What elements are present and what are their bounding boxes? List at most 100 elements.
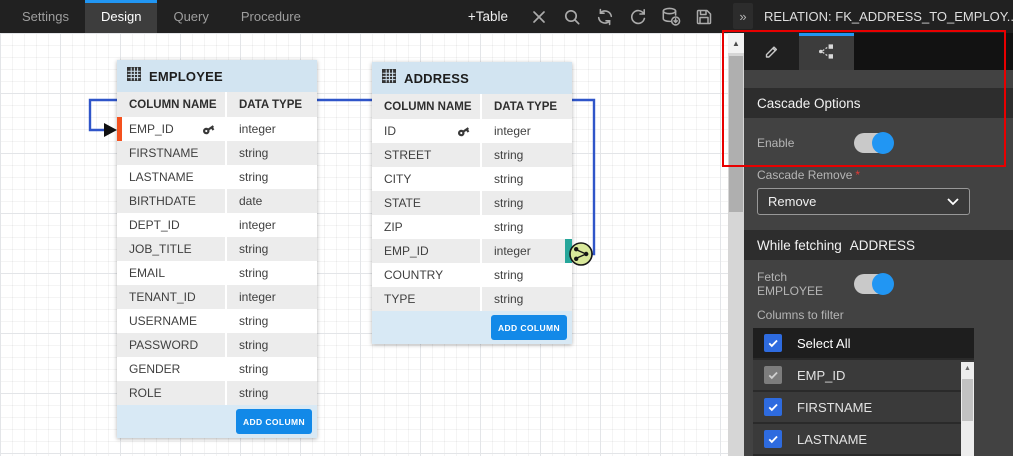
list-item-firstname[interactable]: FIRSTNAME — [753, 392, 974, 424]
selected-row-marker — [117, 117, 122, 141]
fetch-employee-toggle[interactable] — [854, 274, 892, 294]
table-footer: ADD COLUMN — [117, 405, 317, 438]
list-item-label: EMP_ID — [797, 368, 845, 383]
relation-tab[interactable] — [799, 33, 854, 70]
primary-key-icon — [457, 125, 470, 138]
columns-to-filter-label: Columns to filter — [744, 308, 1013, 322]
checkbox-checked-icon[interactable] — [764, 398, 782, 416]
table-grid-icon — [382, 69, 396, 88]
table-footer: ADD COLUMN — [372, 311, 572, 344]
table-row-emp-id[interactable]: EMP_ID integer — [117, 117, 317, 141]
table-row[interactable]: STREETstring — [372, 143, 572, 167]
list-item-label: LASTNAME — [797, 432, 867, 447]
add-column-button[interactable]: ADD COLUMN — [491, 315, 567, 340]
enable-row: Enable — [744, 118, 1013, 168]
required-asterisk: * — [855, 168, 860, 182]
table-title: ADDRESS — [404, 71, 469, 86]
app-window: Settings Design Query Procedure +Table — [0, 0, 1013, 456]
checkbox-disabled-icon — [764, 366, 782, 384]
toggle-knob — [872, 132, 894, 154]
relation-icon — [817, 42, 836, 61]
table-row[interactable]: CITYstring — [372, 167, 572, 191]
cascade-remove-label: Cascade Remove* — [744, 168, 1013, 182]
scrollbar-thumb[interactable] — [729, 56, 743, 212]
while-fetching-header: While fetching ADDRESS — [744, 230, 1013, 260]
table-grid-icon — [127, 67, 141, 86]
select-all-item[interactable]: Select All — [753, 328, 974, 360]
table-row[interactable]: DEPT_IDinteger — [117, 213, 317, 237]
fetch-employee-label: Fetch EMPLOYEE — [757, 270, 854, 298]
mode-tabs: Settings Design Query Procedure — [0, 0, 317, 33]
tab-design[interactable]: Design — [85, 0, 157, 33]
relation-line — [0, 33, 728, 456]
enable-toggle[interactable] — [854, 133, 892, 153]
add-table-button[interactable]: +Table — [462, 0, 514, 33]
fetching-table-name: ADDRESS — [850, 238, 915, 253]
col-header-name: COLUMN NAME — [117, 92, 227, 117]
select-value: Remove — [768, 194, 816, 209]
col-header-type: DATA TYPE — [227, 99, 317, 111]
panel-collapse-button[interactable]: » — [733, 3, 753, 29]
table-row-id[interactable]: ID integer — [372, 119, 572, 143]
edit-pencil-tab[interactable] — [744, 33, 799, 70]
checkbox-checked-icon[interactable] — [764, 334, 782, 352]
table-row[interactable]: PASSWORDstring — [117, 333, 317, 357]
table-row[interactable]: COUNTRYstring — [372, 263, 572, 287]
table-row-fk-emp-id[interactable]: EMP_ID integer — [372, 239, 572, 263]
column-headers: COLUMN NAME DATA TYPE — [372, 94, 572, 119]
table-row[interactable]: STATEstring — [372, 191, 572, 215]
table-header-address[interactable]: ADDRESS — [372, 62, 572, 94]
scrollbar-thumb[interactable] — [962, 379, 973, 421]
table-row[interactable]: EMAILstring — [117, 261, 317, 285]
table-row[interactable]: USERNAMEstring — [117, 309, 317, 333]
list-item-lastname[interactable]: LASTNAME — [753, 424, 974, 456]
tab-procedure[interactable]: Procedure — [225, 0, 317, 33]
table-row[interactable]: TENANT_IDinteger — [117, 285, 317, 309]
toggle-knob — [872, 273, 894, 295]
table-card-employee[interactable]: EMPLOYEE COLUMN NAME DATA TYPE EMP_ID in… — [117, 60, 317, 438]
top-toolbar: Settings Design Query Procedure +Table — [0, 0, 1013, 33]
table-row[interactable]: ROLEstring — [117, 381, 317, 405]
fk-row-marker — [565, 239, 572, 263]
cascade-remove-select[interactable]: Remove — [757, 188, 970, 215]
panel-tabs — [744, 33, 1013, 70]
sync-icon[interactable] — [592, 4, 618, 30]
table-title: EMPLOYEE — [149, 69, 223, 84]
checkbox-checked-icon[interactable] — [764, 430, 782, 448]
column-headers: COLUMN NAME DATA TYPE — [117, 92, 317, 117]
chevron-down-icon — [947, 198, 959, 206]
table-header-employee[interactable]: EMPLOYEE — [117, 60, 317, 92]
redo-icon[interactable] — [625, 4, 651, 30]
tab-settings[interactable]: Settings — [6, 0, 85, 33]
table-row[interactable]: FIRSTNAMEstring — [117, 141, 317, 165]
save-icon[interactable] — [691, 4, 717, 30]
list-item-emp-id[interactable]: EMP_ID — [753, 360, 974, 392]
tab-query[interactable]: Query — [157, 0, 224, 33]
table-row[interactable]: GENDERstring — [117, 357, 317, 381]
add-column-button[interactable]: ADD COLUMN — [236, 409, 312, 434]
primary-key-icon — [202, 123, 215, 136]
scroll-up-icon[interactable]: ▲ — [728, 33, 744, 53]
search-icon[interactable] — [559, 4, 585, 30]
table-row[interactable]: BIRTHDATEdate — [117, 189, 317, 213]
table-card-address[interactable]: ADDRESS COLUMN NAME DATA TYPE ID integer… — [372, 62, 572, 344]
toolbar-icons — [526, 0, 717, 33]
table-row[interactable]: LASTNAMEstring — [117, 165, 317, 189]
select-all-label: Select All — [797, 336, 850, 351]
enable-label: Enable — [757, 136, 854, 150]
table-row[interactable]: JOB_TITLEstring — [117, 237, 317, 261]
table-row[interactable]: ZIPstring — [372, 215, 572, 239]
columns-filter-list: Select All EMP_ID FIRSTNAME LASTNAME — [753, 328, 974, 456]
canvas-vertical-scrollbar[interactable]: ▲ — [728, 33, 744, 456]
col-header-name: COLUMN NAME — [372, 94, 482, 119]
edit-pencil-icon — [762, 42, 781, 61]
scroll-up-icon[interactable]: ▲ — [961, 362, 974, 375]
design-canvas[interactable]: EMPLOYEE COLUMN NAME DATA TYPE EMP_ID in… — [0, 33, 728, 456]
relation-properties-panel: Cascade Options Enable Cascade Remove* R… — [744, 33, 1013, 456]
cascade-options-header: Cascade Options — [744, 88, 1013, 118]
fetch-employee-row: Fetch EMPLOYEE — [744, 260, 1013, 308]
db-export-icon[interactable] — [658, 4, 684, 30]
close-icon[interactable] — [526, 4, 552, 30]
table-row[interactable]: TYPEstring — [372, 287, 572, 311]
list-vertical-scrollbar[interactable]: ▲ — [961, 362, 974, 456]
